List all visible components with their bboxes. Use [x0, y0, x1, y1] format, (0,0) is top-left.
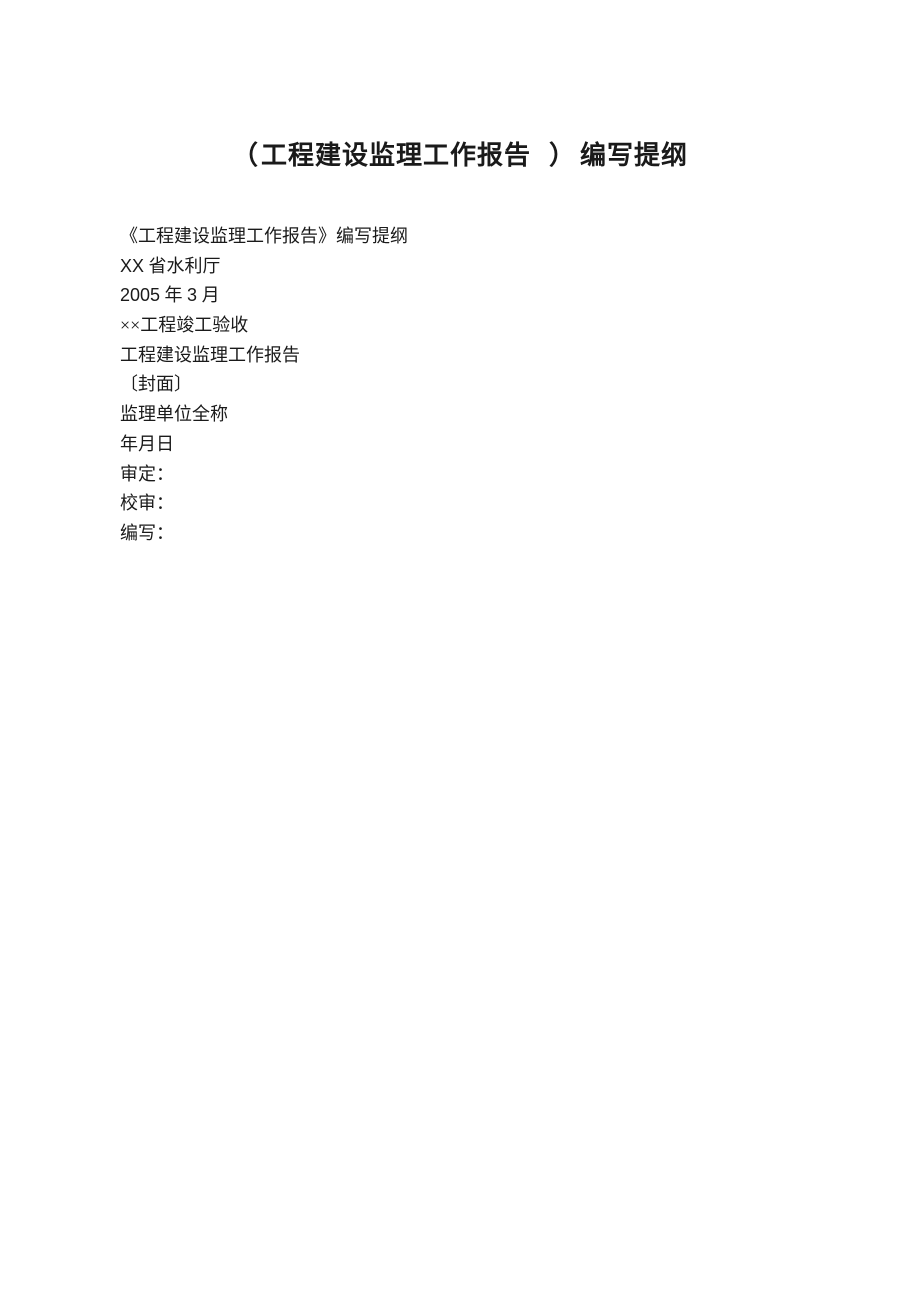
body-line: 《工程建设监理工作报告》编写提纲: [120, 222, 800, 252]
body-line: 编写：: [120, 519, 800, 549]
title-inner-text: 工程建设监理工作报告: [261, 140, 531, 170]
latin-text: 3: [187, 285, 197, 305]
page-title: （工程建设监理工作报告 ）编写提纲: [120, 135, 800, 172]
title-paren-open: （: [232, 140, 259, 170]
body-line: ××工程竣工验收: [120, 311, 800, 341]
body-line: 年月日: [120, 430, 800, 460]
body-line: 〔封面〕: [120, 370, 800, 400]
body-line: XX 省水利厅: [120, 252, 800, 282]
title-paren-close: ）: [549, 140, 576, 170]
body-line: 监理单位全称: [120, 400, 800, 430]
title-suffix: 编写提纲: [580, 140, 688, 170]
document-body: 《工程建设监理工作报告》编写提纲 XX 省水利厅 2005 年 3 月 ××工程…: [120, 222, 800, 549]
body-line: 审定：: [120, 460, 800, 490]
latin-text: XX: [120, 256, 144, 276]
body-line: 工程建设监理工作报告: [120, 341, 800, 371]
body-line: 校审：: [120, 489, 800, 519]
document-page: （工程建设监理工作报告）编写提纲 《工程建设监理工作报告》编写提纲 XX 省水利…: [0, 0, 920, 549]
latin-text: 2005: [120, 285, 160, 305]
body-line: 2005 年 3 月: [120, 281, 800, 311]
